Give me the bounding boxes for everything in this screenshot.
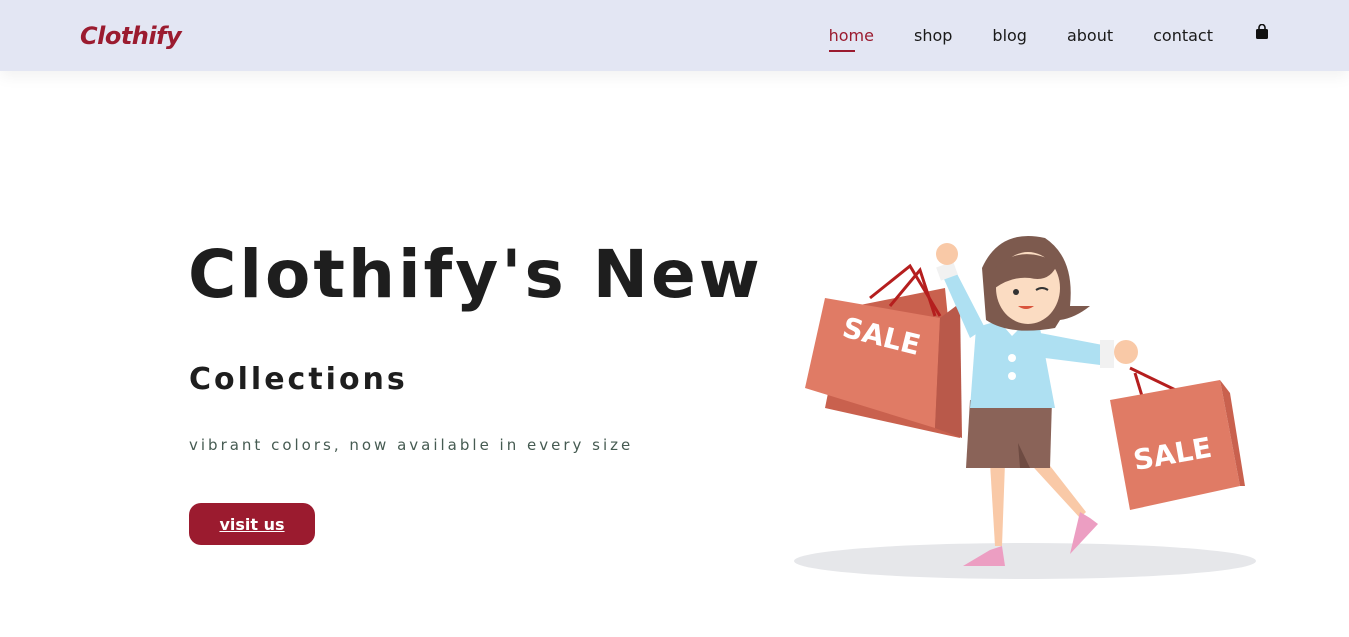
- nav-item-home: home: [829, 24, 874, 47]
- nav-link-contact[interactable]: contact: [1153, 24, 1213, 47]
- nav-item-about: about: [1067, 24, 1113, 47]
- ground-shadow: [794, 543, 1256, 579]
- nav-item-contact: contact: [1153, 24, 1213, 47]
- nav-item-cart: [1213, 23, 1269, 46]
- nav-link-home[interactable]: home: [829, 24, 874, 47]
- brand-logo[interactable]: Clothify: [80, 22, 182, 50]
- navbar: Clothify home shop blog about contact: [0, 0, 1349, 71]
- nav-link-blog[interactable]: blog: [992, 24, 1027, 47]
- nav-menu: home shop blog about contact: [789, 23, 1269, 47]
- hero-description: vibrant colors, now available in every s…: [189, 436, 634, 454]
- nav-link-about[interactable]: about: [1067, 24, 1113, 47]
- nav-item-blog: blog: [992, 24, 1027, 47]
- shopping-bag-icon[interactable]: [1255, 23, 1269, 40]
- shopping-woman-illustration: SALE SALE: [790, 228, 1260, 584]
- nav-item-shop: shop: [914, 24, 952, 47]
- hero-subtitle: Collections: [189, 362, 408, 397]
- visit-us-button[interactable]: visit us: [189, 503, 315, 545]
- nav-link-shop[interactable]: shop: [914, 24, 952, 47]
- hero-title: Clothify's New: [188, 236, 763, 313]
